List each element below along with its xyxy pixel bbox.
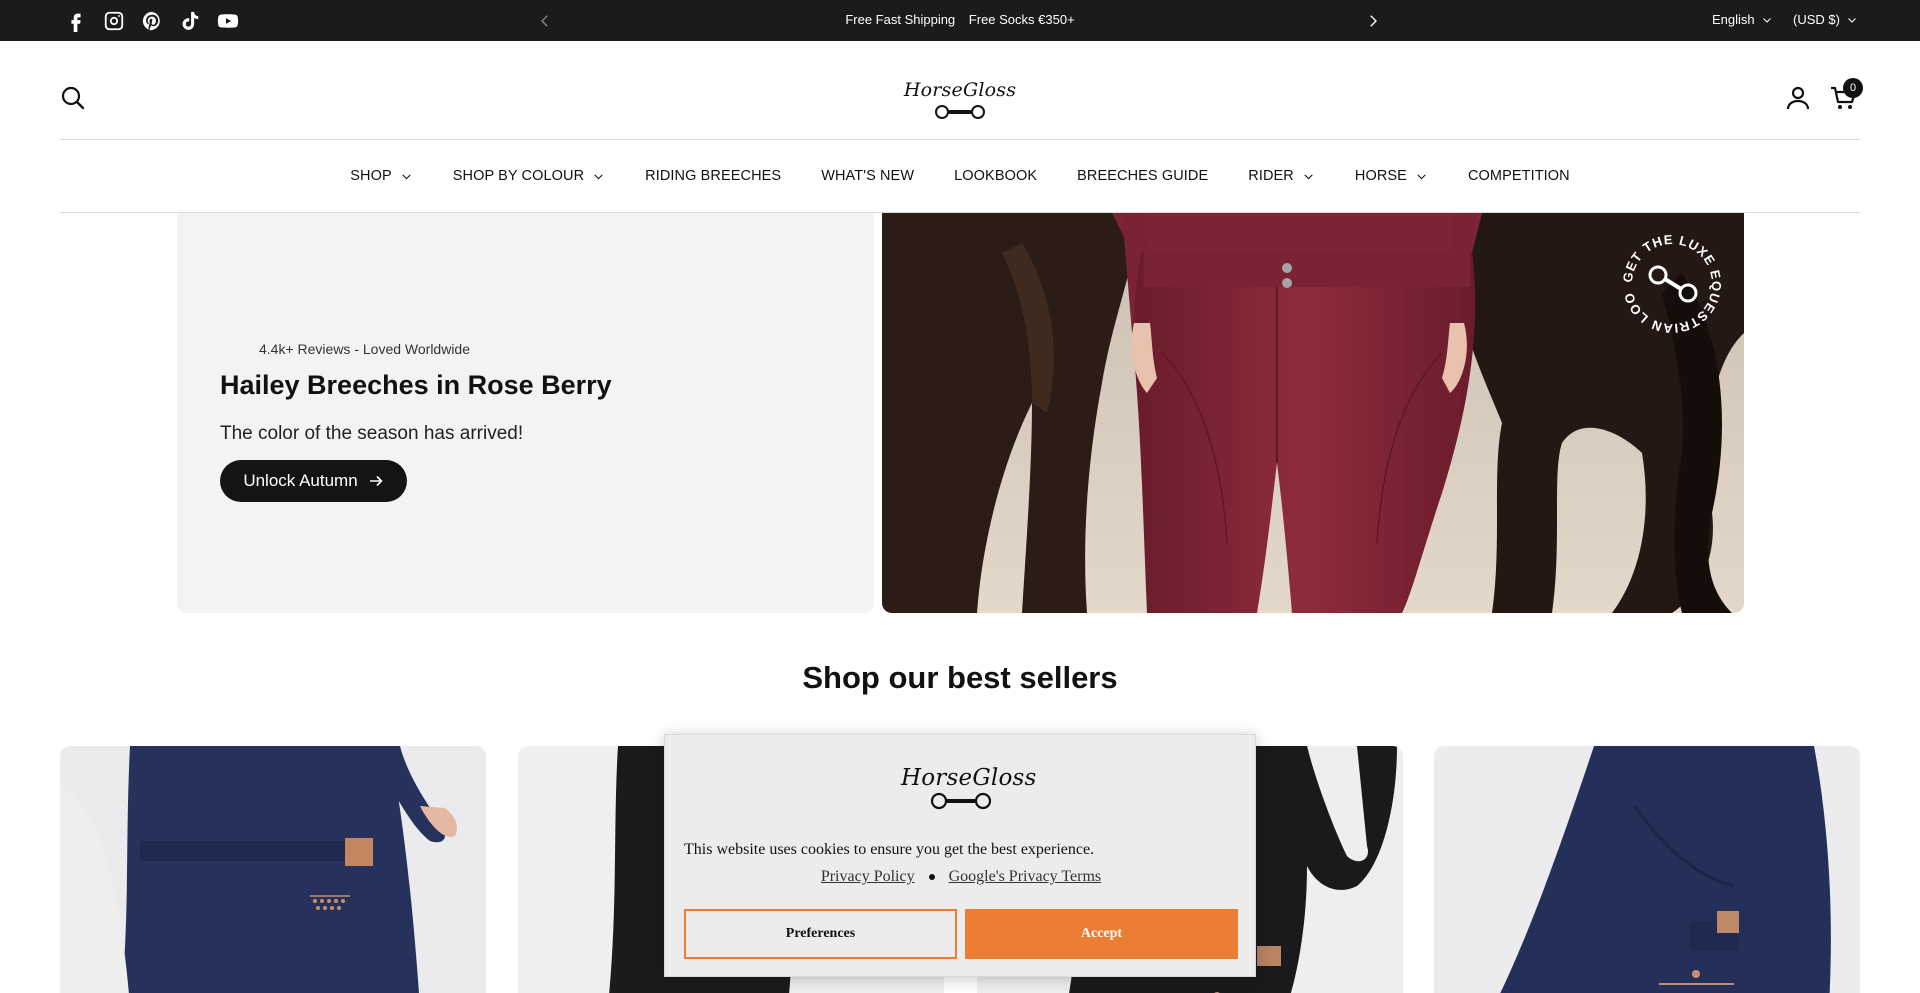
chevron-down-icon <box>1417 173 1426 179</box>
chevron-right-icon[interactable] <box>1364 12 1382 30</box>
search-icon[interactable] <box>60 85 86 111</box>
chevron-down-icon <box>1762 17 1771 23</box>
best-sellers-title: Shop our best sellers <box>802 660 1118 695</box>
nav-item-label: RIDING BREECHES <box>645 168 782 184</box>
main-nav: SHOP SHOP BY COLOUR RIDING BREECHES WHAT… <box>0 140 1920 212</box>
cookie-links: Privacy Policy Google's Privacy Terms <box>665 868 1257 886</box>
cookie-message: This website uses cookies to ensure you … <box>684 841 1095 858</box>
cart-count-badge: 0 <box>1843 78 1863 98</box>
logo-text: HorseGloss <box>903 79 1017 101</box>
logo-text: HorseGloss <box>901 765 1037 791</box>
nav-item-label: SHOP BY COLOUR <box>452 168 585 184</box>
nav-item-lookbook[interactable]: LOOKBOOK <box>954 168 1037 184</box>
hero-image[interactable]: GET THE LUXE EQUESTRIAN LOOK - <box>882 213 1744 613</box>
hero-text-panel <box>177 213 874 613</box>
nav-item-competition[interactable]: COMPETITION <box>1468 168 1570 184</box>
horse-bit-icon <box>930 792 992 810</box>
site-logo[interactable]: HorseGloss <box>900 79 1020 121</box>
nav-item-label: WHAT'S NEW <box>821 168 915 184</box>
nav-item-label: HORSE <box>1354 168 1407 184</box>
language-label: English <box>1712 12 1755 27</box>
nav-item-label: RIDER <box>1248 168 1294 184</box>
hero-subtitle: The color of the season has arrived! <box>220 423 524 444</box>
privacy-policy-link[interactable]: Privacy Policy <box>821 868 915 885</box>
reviews-summary: 4.4k+ Reviews - Loved Worldwide <box>259 341 471 357</box>
product-card[interactable] <box>1434 746 1860 993</box>
nav-item-label: SHOP <box>350 168 392 184</box>
chevron-down-icon <box>402 173 411 179</box>
currency-selector[interactable]: (USD $) <box>1793 12 1858 27</box>
nav-item-label: COMPETITION <box>1467 168 1570 184</box>
account-icon[interactable] <box>1785 85 1811 111</box>
announcement-bar: Free Fast Shipping Free Socks €350+ Engl… <box>0 0 1920 41</box>
announcement-shipping: Free Fast Shipping <box>845 12 956 27</box>
nav-item-whats-new[interactable]: WHAT'S NEW <box>821 168 914 184</box>
nav-item-breeches-guide[interactable]: BREECHES GUIDE <box>1077 168 1208 184</box>
chevron-down-icon <box>1304 173 1313 179</box>
nav-item-riding-breeches[interactable]: RIDING BREECHES <box>645 168 781 184</box>
chevron-down-icon <box>1848 17 1856 23</box>
unlock-autumn-button[interactable]: Unlock Autumn <box>220 460 407 502</box>
arrow-right-icon <box>369 475 383 487</box>
hero-title: Hailey Breeches in Rose Berry <box>220 370 612 400</box>
horse-bit-icon <box>935 105 985 119</box>
nav-item-shop[interactable]: SHOP <box>350 168 413 184</box>
site-header: HorseGloss 0 <box>0 41 1920 139</box>
nav-item-rider[interactable]: RIDER <box>1248 168 1315 184</box>
hero-cta-label: Unlock Autumn <box>243 471 358 490</box>
language-selector[interactable]: English <box>1712 12 1773 27</box>
product-card[interactable] <box>60 746 486 993</box>
nav-item-label: LOOKBOOK <box>954 168 1038 184</box>
accept-button[interactable]: Accept <box>965 909 1238 959</box>
nav-item-horse[interactable]: HORSE <box>1355 168 1428 184</box>
google-privacy-link[interactable]: Google's Privacy Terms <box>949 868 1102 885</box>
announcement-socks: Free Socks €350+ <box>968 12 1075 27</box>
preferences-button[interactable]: Preferences <box>684 909 957 959</box>
currency-label: (USD $) <box>1793 12 1840 27</box>
nav-item-label: BREECHES GUIDE <box>1077 168 1209 184</box>
cookie-logo: HorseGloss <box>901 765 1037 816</box>
announcement-text: Free Fast Shipping Free Socks €350+ <box>0 12 1920 27</box>
nav-item-shop-by-colour[interactable]: SHOP BY COLOUR <box>453 168 605 184</box>
chevron-down-icon <box>594 173 603 179</box>
bullet-separator <box>928 874 935 881</box>
cookie-banner: HorseGloss This website uses cookies to … <box>664 734 1256 977</box>
